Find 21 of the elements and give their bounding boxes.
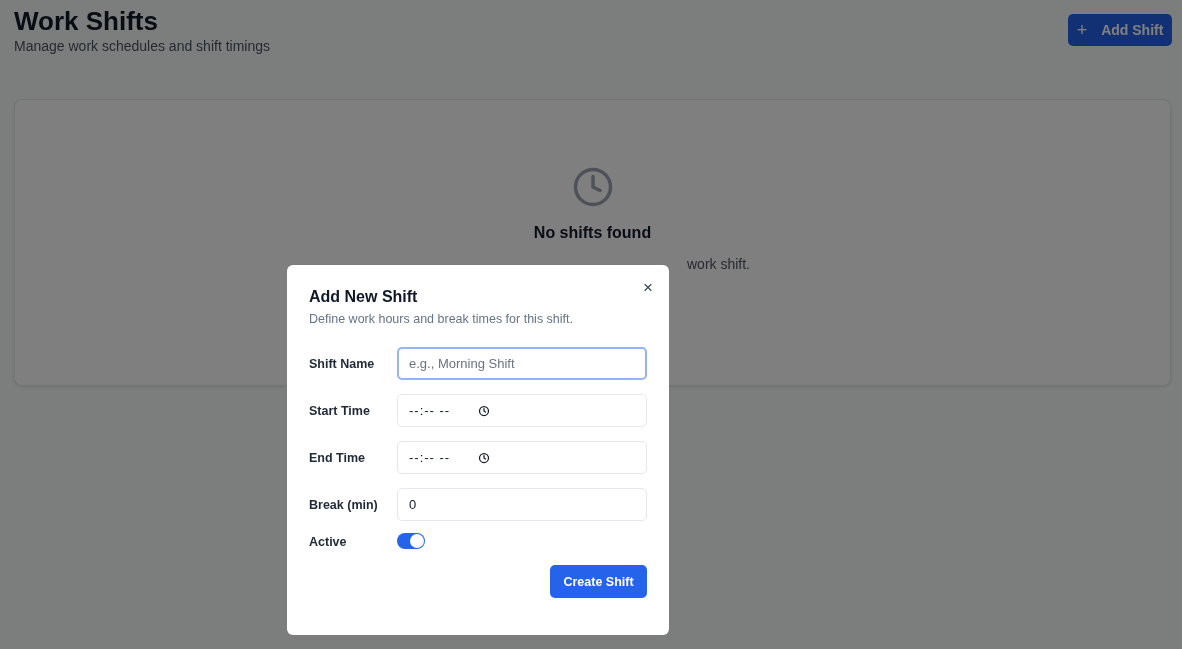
empty-state-description: work shift. xyxy=(687,256,750,272)
toggle-switch[interactable] xyxy=(397,533,425,549)
name-input-field[interactable]: e.g., Morning Shift xyxy=(397,347,647,380)
create-shift-button[interactable]: Create Shift xyxy=(550,565,647,598)
clock-icon[interactable] xyxy=(478,404,491,417)
page-subtitle: Manage work schedules and shift timings xyxy=(14,38,271,54)
clock-icon[interactable] xyxy=(478,451,491,464)
field-label: Active xyxy=(309,535,348,549)
field-label: Start Time xyxy=(309,403,371,418)
time-input-field[interactable]: --:-- -- xyxy=(397,394,647,427)
field-label: Shift Name xyxy=(309,356,376,371)
time-input-field[interactable]: --:-- -- xyxy=(397,441,647,474)
close-button[interactable]: × xyxy=(643,279,653,296)
dialog-title: Add New Shift xyxy=(309,288,418,306)
page-title: Work Shifts xyxy=(14,6,159,36)
clock-icon xyxy=(571,166,614,208)
dialog-description: Define work hours and break times for this shift. xyxy=(309,312,574,326)
empty-state-title: No shifts found xyxy=(533,224,652,242)
field-label: End Time xyxy=(309,450,367,465)
field-label: Break (min) xyxy=(309,497,379,512)
break-input-field[interactable]: 0 xyxy=(397,488,647,521)
